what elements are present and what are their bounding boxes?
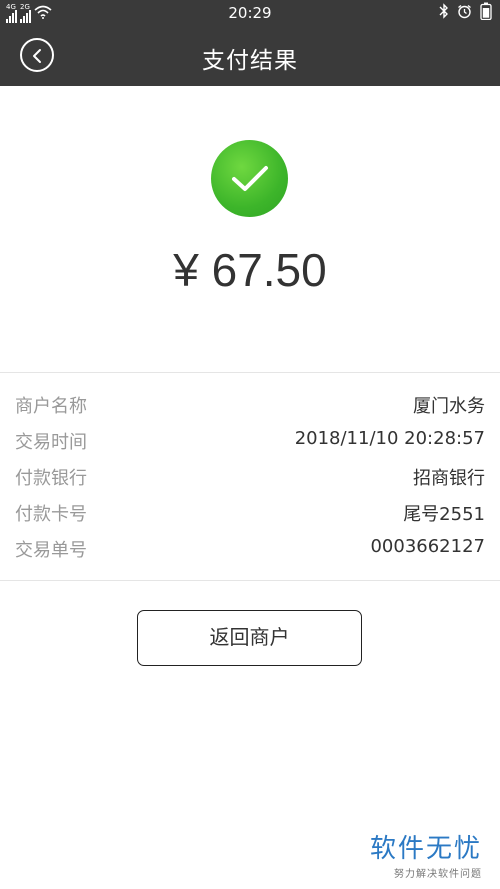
return-to-merchant-button[interactable]: 返回商户 bbox=[137, 610, 362, 666]
detail-label: 交易单号 bbox=[15, 540, 87, 561]
status-time: 20:29 bbox=[228, 4, 272, 22]
detail-label: 商户名称 bbox=[15, 396, 87, 417]
header-bar: 支付结果 bbox=[0, 26, 500, 86]
detail-value: 0003662127 bbox=[370, 536, 485, 557]
detail-value: 尾号2551 bbox=[403, 504, 485, 525]
page-title: 支付结果 bbox=[202, 48, 298, 74]
detail-label: 交易时间 bbox=[15, 432, 87, 453]
detail-value: 招商银行 bbox=[413, 468, 485, 489]
alarm-icon bbox=[457, 4, 472, 23]
detail-value: 2018/11/10 20:28:57 bbox=[294, 428, 485, 449]
watermark-logo: 软件无忧 努力解决软件问题 bbox=[370, 828, 482, 880]
divider bbox=[0, 580, 500, 581]
detail-row-order: 交易单号 0003662127 bbox=[0, 530, 500, 566]
transaction-details: 商户名称 厦门水务 交易时间 2018/11/10 20:28:57 付款银行 … bbox=[0, 386, 500, 566]
check-icon bbox=[232, 166, 268, 191]
success-badge bbox=[211, 140, 288, 217]
detail-label: 付款银行 bbox=[15, 468, 87, 489]
watermark-tagline: 努力解决软件问题 bbox=[394, 869, 482, 880]
detail-row-card: 付款卡号 尾号2551 bbox=[0, 494, 500, 530]
watermark-brand: 软件无忧 bbox=[369, 834, 482, 864]
detail-row-bank: 付款银行 招商银行 bbox=[0, 458, 500, 494]
status-bar-right bbox=[439, 2, 492, 24]
status-bar: 4G 2G 20:29 bbox=[0, 0, 500, 26]
payment-amount: ¥ 67.50 bbox=[173, 244, 327, 296]
detail-row-time: 交易时间 2018/11/10 20:28:57 bbox=[0, 422, 500, 458]
divider bbox=[0, 372, 500, 373]
detail-value: 厦门水务 bbox=[413, 396, 485, 417]
bluetooth-icon bbox=[439, 3, 449, 23]
battery-icon bbox=[480, 2, 492, 24]
detail-label: 付款卡号 bbox=[15, 504, 87, 525]
detail-row-merchant: 商户名称 厦门水务 bbox=[0, 386, 500, 422]
